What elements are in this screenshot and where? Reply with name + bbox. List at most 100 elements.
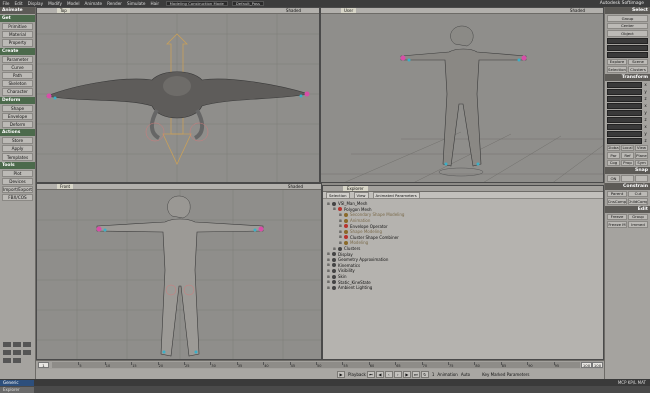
select-filter-field[interactable]: [607, 44, 648, 51]
transform-value-input[interactable]: [607, 81, 642, 88]
viewport-label[interactable]: Top: [57, 8, 70, 13]
expand-icon[interactable]: ⊞: [339, 230, 342, 234]
transform-value-input[interactable]: [607, 102, 642, 109]
rp-button-view[interactable]: View: [635, 144, 648, 151]
rp-button-selection[interactable]: Selection: [607, 66, 627, 73]
expand-icon[interactable]: ⊞: [333, 207, 336, 211]
timeline-current-field[interactable]: 100: [581, 362, 592, 368]
loop-button[interactable]: ↻: [420, 370, 429, 378]
rp-button-global[interactable]: Global: [607, 144, 620, 151]
prev-key-button[interactable]: ◀: [375, 370, 384, 378]
menu-edit[interactable]: Edit: [12, 1, 25, 6]
command-bar-dropdown[interactable]: Explorer: [0, 386, 34, 393]
toolbar-button-primitive[interactable]: Primitive: [2, 23, 33, 31]
menu-animate[interactable]: Animate: [82, 1, 105, 6]
transform-value-input[interactable]: [607, 123, 642, 130]
animation-label[interactable]: Animation: [437, 372, 457, 377]
rp-button-cut[interactable]: Cut: [628, 190, 648, 197]
explorer-label[interactable]: Explorer: [343, 186, 368, 191]
select-object-button[interactable]: Object: [607, 30, 648, 37]
timeline-end-field[interactable]: 100: [592, 362, 603, 368]
select-group-button[interactable]: Group: [607, 15, 648, 22]
first-frame-button[interactable]: ⏮: [366, 370, 375, 378]
prev-frame-button[interactable]: ‹: [384, 370, 393, 378]
viewport-front[interactable]: Front Shaded: [36, 183, 322, 360]
toolbar-button-deform[interactable]: Deform: [2, 120, 33, 129]
select-filter-field[interactable]: [607, 37, 648, 44]
menu-hair[interactable]: Hair: [148, 1, 162, 6]
playback-label[interactable]: Playback: [348, 372, 366, 377]
menu-file[interactable]: File: [0, 1, 12, 6]
expand-icon[interactable]: ⊞: [327, 258, 330, 262]
viewport-display-mode[interactable]: Shaded: [570, 8, 585, 13]
rp-button-prop[interactable]: Prop: [621, 159, 634, 166]
toolbar-button-apply[interactable]: Apply: [2, 145, 33, 153]
toolbar-button-templates[interactable]: Templates: [2, 153, 33, 161]
rp-button-clusters[interactable]: Clusters: [628, 66, 648, 73]
expand-icon[interactable]: ⊞: [327, 275, 330, 279]
transform-value-input[interactable]: [607, 116, 642, 123]
construction-mode-dropdown[interactable]: Modeling Construction Mode: [165, 1, 228, 6]
viewport-user[interactable]: User Shaded: [320, 7, 604, 183]
menu-simulate[interactable]: Simulate: [125, 1, 149, 6]
viewport-display-mode[interactable]: Shaded: [288, 184, 303, 189]
expand-icon[interactable]: ⊞: [339, 213, 342, 217]
rp-button-blank[interactable]: [635, 175, 648, 182]
expand-icon[interactable]: ⊞: [327, 263, 330, 267]
play-button[interactable]: ▶: [337, 370, 345, 378]
timeline-ruler[interactable]: 5 10 15 20 25 30 35 40 45 50 55 60 65 70 75 80 85 90 95: [52, 362, 580, 368]
status-mode-dropdown[interactable]: Generic: [0, 379, 34, 386]
expand-icon[interactable]: ⊞: [339, 219, 342, 223]
viewport-display-mode[interactable]: Shaded: [286, 8, 301, 13]
rp-button-cog[interactable]: Cog: [607, 159, 620, 166]
rp-button-scene[interactable]: Scene: [628, 58, 648, 65]
explorer-animated-parameters-button[interactable]: Animated Parameters: [372, 191, 420, 199]
rp-button-explore[interactable]: Explore: [607, 58, 627, 65]
rp-button-parent[interactable]: Parent: [607, 190, 627, 197]
toolbar-button-import-export[interactable]: Import/Export: [2, 186, 33, 194]
frame-field[interactable]: 1: [432, 372, 435, 377]
explorer-selection-button[interactable]: Selection: [326, 191, 350, 199]
rp-button-group[interactable]: Group: [628, 213, 648, 220]
viewport-label[interactable]: User: [341, 8, 357, 13]
select-filter-field[interactable]: [607, 51, 648, 58]
tree-item[interactable]: ⊞ Ambient Lighting: [327, 285, 603, 291]
transform-value-input[interactable]: [607, 137, 642, 144]
rp-button-ref[interactable]: Ref: [621, 152, 634, 159]
next-key-button[interactable]: ▶: [402, 370, 411, 378]
transform-value-input[interactable]: [607, 130, 642, 137]
expand-icon[interactable]: ⊞: [327, 280, 330, 284]
viewport-top[interactable]: Top Shaded: [36, 7, 320, 183]
transform-value-input[interactable]: [607, 109, 642, 116]
menu-render[interactable]: Render: [105, 1, 125, 6]
auto-key-label[interactable]: Auto: [461, 372, 470, 377]
rp-button-sym[interactable]: Sym: [635, 159, 648, 166]
toolbar-button-plot[interactable]: Plot: [2, 169, 33, 177]
toolbar-button-curve[interactable]: Curve: [2, 63, 33, 71]
rp-button-par[interactable]: Par: [607, 152, 620, 159]
select-center-button[interactable]: Center: [607, 22, 648, 29]
toolbar-button-material[interactable]: Material: [2, 31, 33, 39]
expand-icon[interactable]: ⊞: [327, 286, 330, 290]
toolbar-button-skeleton[interactable]: Skeleton: [2, 80, 33, 88]
timeline-start-field[interactable]: 1: [38, 362, 49, 368]
toolbar-button-character[interactable]: Character: [2, 88, 33, 96]
transform-value-input[interactable]: [607, 95, 642, 102]
toolbar-button-parameter[interactable]: Parameter: [2, 55, 33, 63]
viewport-label[interactable]: Front: [57, 184, 74, 189]
menu-modify[interactable]: Modify: [46, 1, 65, 6]
expand-icon[interactable]: ⊞: [327, 202, 330, 206]
rp-button-plane[interactable]: Plane: [635, 152, 648, 159]
pass-dropdown[interactable]: Default_Pass: [231, 1, 265, 6]
menu-display[interactable]: Display: [25, 1, 45, 6]
rp-button-freeze[interactable]: Freeze: [607, 213, 627, 220]
rp-button-childcomp[interactable]: ChildComp: [628, 198, 648, 205]
toolbar-button-path[interactable]: Path: [2, 71, 33, 80]
rp-button-cnscomp[interactable]: CnsComp: [607, 198, 627, 205]
toolbar-button-fbx-cos[interactable]: FBX/COS: [2, 194, 33, 202]
rp-button-immed[interactable]: Immed: [628, 221, 648, 228]
rp-button-on[interactable]: ON: [607, 175, 620, 182]
last-frame-button[interactable]: ⏭: [411, 370, 420, 378]
rp-button-local[interactable]: Local: [621, 144, 634, 151]
rp-button-freeze-m[interactable]: Freeze M: [607, 221, 627, 228]
